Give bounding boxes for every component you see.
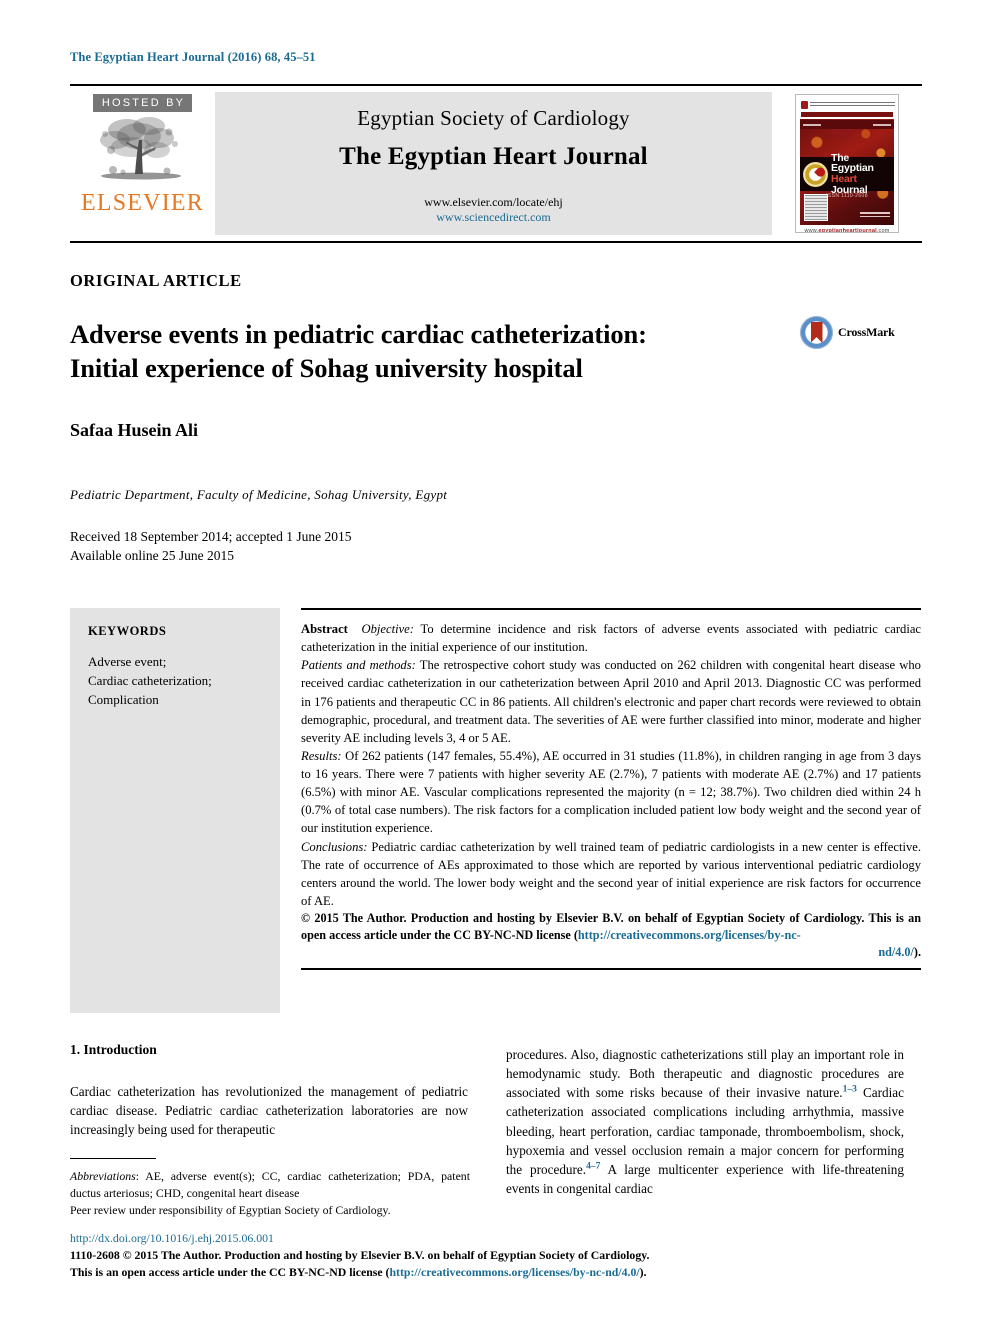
cover-artwork: The Egyptian Heart Journal ISSN 1110-260…: [800, 119, 894, 225]
cover-header-lines: [810, 101, 895, 108]
peer-review-note: Peer review under responsibility of Egyp…: [70, 1202, 391, 1217]
abstract-methods: Patients and methods: The retrospective …: [301, 656, 921, 747]
section-heading-introduction: 1. Introduction: [70, 1042, 157, 1057]
elsevier-tree-icon: [97, 114, 189, 193]
keywords-list: Adverse event; Cardiac catheterization; …: [88, 654, 212, 707]
cover-subbar: [801, 112, 893, 117]
body-column-left: 1. Introduction Cardiac catheterization …: [70, 1040, 468, 1139]
received-accepted-date: Received 18 September 2014; accepted 1 J…: [70, 529, 352, 544]
objective-label: Objective:: [361, 622, 414, 636]
body-column-right: procedures. Also, diagnostic catheteriza…: [506, 1045, 904, 1198]
results-text: Of 262 patients (147 females, 55.4%), AE…: [301, 748, 921, 836]
methods-label: Patients and methods:: [301, 658, 416, 673]
abstract-body: Abstract Objective: To determine inciden…: [301, 620, 921, 961]
journal-cover-block: The Egyptian Heart Journal ISSN 1110-260…: [772, 86, 922, 241]
results-label: Results:: [301, 748, 342, 763]
abstract-top-rule: [301, 608, 921, 610]
hosted-by-badge: HOSTED BY: [92, 94, 193, 112]
crossmark-icon: [800, 316, 833, 349]
cover-title-band: The Egyptian Heart Journal: [800, 152, 894, 195]
cc-license-link[interactable]: http://creativecommons.org/licenses/by-n…: [578, 928, 801, 942]
elsevier-url[interactable]: www.elsevier.com/locate/ehj: [215, 195, 772, 210]
cover-url-brand: egyptianheartjournal: [818, 227, 877, 233]
abbreviations-label: Abbreviations: [70, 1169, 136, 1183]
intro-paragraph-left: Cardiac catheterization has revolutioniz…: [70, 1083, 468, 1137]
conclusions-text: Pediatric cardiac catheterization by wel…: [301, 839, 921, 908]
page-title: Adverse events in pediatric cardiac cath…: [70, 318, 790, 386]
doi-link[interactable]: http://dx.doi.org/10.1016/j.ehj.2015.06.…: [70, 1230, 922, 1247]
cover-url-prefix: www.: [804, 227, 819, 233]
sciencedirect-url[interactable]: www.sciencedirect.com: [215, 210, 772, 225]
available-online-date: Available online 25 June 2015: [70, 548, 234, 564]
title-line-1: Adverse events in pediatric cardiac cath…: [70, 319, 647, 349]
society-emblem-icon: [801, 100, 808, 109]
abstract-results: Results: Of 262 patients (147 females, 5…: [301, 747, 921, 838]
page-footer: http://dx.doi.org/10.1016/j.ehj.2015.06.…: [70, 1230, 922, 1280]
footer-copyright: 1110-2608 © 2015 The Author. Production …: [70, 1247, 650, 1262]
affiliation: Pediatric Department, Faculty of Medicin…: [70, 487, 448, 502]
intro-paragraph-right: procedures. Also, diagnostic catheteriza…: [506, 1045, 904, 1198]
article-type-label: ORIGINAL ARTICLE: [70, 271, 242, 290]
abstract-label: Abstract: [301, 622, 348, 636]
cover-url-suffix: .com: [876, 227, 890, 233]
conclusions-label: Conclusions:: [301, 839, 368, 854]
footer-license-suffix: ).: [639, 1264, 647, 1279]
copyright-close: ).: [913, 945, 921, 960]
cover-header: [799, 98, 895, 111]
cover-footer-url: www. egyptianheartjournal .com: [799, 225, 895, 233]
society-name: Egyptian Society of Cardiology: [357, 106, 630, 130]
cover-title-line1: The Egyptian: [831, 151, 874, 175]
journal-name: The Egyptian Heart Journal: [339, 143, 648, 170]
abstract-panel: Abstract Objective: To determine inciden…: [301, 608, 921, 971]
footnote-block: Abbreviations: AE, adverse event(s); CC,…: [70, 1168, 470, 1218]
title-line-2: Initial experience of Sohag university h…: [70, 352, 583, 383]
journal-cover-image: The Egyptian Heart Journal ISSN 1110-260…: [795, 94, 899, 233]
keywords-heading: KEYWORDS: [88, 624, 167, 638]
crossmark-badge-group[interactable]: CrossMark: [800, 316, 895, 349]
footer-license: This is an open access article under the…: [70, 1264, 922, 1281]
cover-corner-lines: [860, 212, 890, 219]
article-page: The Egyptian Heart Journal (2016) 68, 45…: [0, 0, 992, 1323]
cover-inset-thumbnail: [804, 194, 828, 221]
heart-seal-icon: [803, 161, 828, 187]
journal-masthead: HOSTED BY ELSEVIER Egyptian Society of C…: [70, 84, 922, 243]
elsevier-wordmark: ELSEVIER: [81, 190, 204, 216]
journal-title-block: Egyptian Society of Cardiology The Egypt…: [215, 92, 772, 235]
cover-topbar: [800, 120, 894, 129]
abstract-copyright: © 2015 The Author. Production and hostin…: [301, 910, 921, 961]
author-name: Safaa Husein Ali: [70, 420, 199, 440]
cc-license-link-tail[interactable]: nd/4.0/: [878, 945, 914, 959]
running-head: The Egyptian Heart Journal (2016) 68, 45…: [70, 50, 316, 64]
abstract-objective: Abstract Objective: To determine inciden…: [301, 620, 921, 656]
footer-license-prefix: This is an open access article under the…: [70, 1264, 390, 1279]
article-dates: Received 18 September 2014; accepted 1 J…: [70, 527, 352, 565]
citation-ref-1-3[interactable]: 1–3: [843, 1085, 857, 1095]
abstract-bottom-rule: [301, 968, 921, 971]
journal-urls: www.elsevier.com/locate/ehj www.scienced…: [215, 195, 772, 225]
elsevier-logo-block: HOSTED BY ELSEVIER: [70, 86, 215, 241]
crossmark-label: CrossMark: [838, 325, 895, 339]
footnote-separator: [70, 1158, 156, 1159]
footer-license-link[interactable]: http://creativecommons.org/licenses/by-n…: [390, 1265, 640, 1279]
keywords-panel: KEYWORDS Adverse event; Cardiac catheter…: [70, 608, 280, 1013]
abstract-conclusions: Conclusions: Pediatric cardiac catheteri…: [301, 838, 921, 911]
citation-ref-4-7[interactable]: 4–7: [586, 1161, 600, 1171]
